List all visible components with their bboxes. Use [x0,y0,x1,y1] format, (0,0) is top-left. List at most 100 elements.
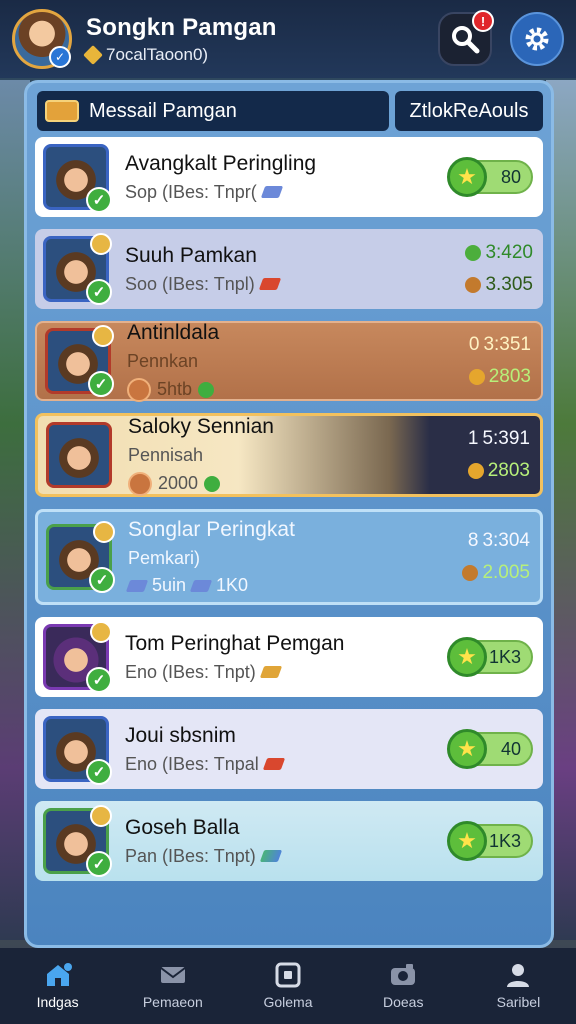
nav-item-golema[interactable]: Golema [230,948,345,1024]
row-subtitle-text: Sop (IBes: Tnpr( [125,181,257,202]
row-info: Tom Peringhat Pemgan Eno (IBes: Tnpt) [125,632,451,683]
stat-primary: 0 3:351 [469,334,531,356]
player-name: Songkn Pamgan [86,13,277,41]
stat-secondary-value: 2.005 [482,562,530,583]
player-info: Songkn Pamgan 7ocalTaoon0) [83,13,277,65]
row-subtitle: Pennkan [127,351,469,372]
ticket-icon [45,100,79,122]
nav-item-home[interactable]: Indgas [0,948,115,1024]
rank-badge-icon [90,805,112,827]
gear-icon [525,27,549,51]
panel-tabs: Messail Pamgan ZtlokReAouls [27,83,551,137]
crystal-icon [259,666,282,678]
row-subtitle-text: Eno (IBes: Tnpal [125,753,259,774]
stat-primary: 1 5:391 [468,428,530,450]
row-name: Goseh Balla [125,815,240,839]
stat-primary-value: 3:304 [482,530,530,551]
rank-value: 0 [468,334,480,355]
row-info: Goseh Balla Pan (IBes: Tnpt) [125,816,451,867]
row-name: Songlar Peringkat [128,518,295,541]
score-pill[interactable]: ★ 1K3 [447,637,533,677]
row-subtitle-text: Eno (IBes: Tnpt) [125,661,256,682]
star-icon: ★ [447,157,487,197]
camera-icon [391,964,416,985]
row-info: Suuh Pamkan Soo (IBes: Tnpl) [125,244,465,295]
bottom-nav: Indgas Pemaeon Golema Doeas Saribel [0,948,576,1024]
row-name: Joui sbsnim [125,723,236,747]
tab-main[interactable]: Messail Pamgan [37,91,389,131]
tab-alt[interactable]: ZtlokReAouls [395,91,543,131]
score-value: 80 [500,166,521,187]
crystal-icon [258,278,281,290]
row-subtitle-text: Pan (IBes: Tnpt) [125,845,256,866]
list-item[interactable]: ✓ Avangkalt Peringling Sop (IBes: Tnpr( … [35,137,543,217]
nav-label: Indgas [36,994,79,1010]
player-portrait: ✓ [46,521,115,593]
star-icon: ★ [447,729,487,769]
player-portrait: ✓ [45,325,114,397]
row-extra-value: 5htb [157,379,193,399]
stat-secondary: 2803 [467,460,530,482]
row-extra: 2000 [128,471,468,496]
top-bar: ✓ Songkn Pamgan 7ocalTaoon0) ! [0,0,576,78]
list-item[interactable]: Saloky Sennian Pennisah 2000 1 5:391 280 [35,413,543,497]
player-avatar[interactable]: ✓ [12,9,72,69]
stat-primary: 8 3:304 [468,530,530,552]
coin-icon [462,565,479,581]
nav-label: Golema [263,994,313,1010]
nav-item-profile[interactable]: Saribel [461,948,576,1024]
row-subtitle-text: Pemkari) [128,548,201,568]
stat-primary-value: 3:351 [483,334,531,355]
nav-label: Saribel [496,994,541,1010]
nav-item-camera[interactable]: Doeas [346,948,461,1024]
list-item[interactable]: ✓ Songlar Peringkat Pemkari) 5uin 1K0 8 … [35,509,543,605]
score-pill[interactable]: ★ 1K3 [447,821,533,861]
rank-badge-icon [90,621,112,643]
player-portrait: ✓ [43,144,112,213]
coin-icon [127,377,151,402]
row-info: Joui sbsnim Eno (IBes: Tnpal [125,724,451,775]
stat-secondary: 3.305 [465,274,533,296]
stat-secondary-value: 3.305 [485,274,533,295]
check-icon: ✓ [86,187,112,213]
notification-badge: ! [472,10,494,32]
list-item[interactable]: ✓ Joui sbsnim Eno (IBes: Tnpal ★ 40 [35,709,543,789]
row-subtitle: Eno (IBes: Tnpt) [125,662,451,683]
list-item[interactable]: ✓ Suuh Pamkan Soo (IBes: Tnpl) 3:420 3.3… [35,229,543,309]
check-icon: ✓ [86,759,112,785]
check-icon: ✓ [86,279,112,305]
rank-value: 8 [467,530,479,551]
row-name: Antinldala [127,320,220,344]
rank-value: 1 [467,428,479,449]
check-icon [198,381,215,398]
check-icon: ✓ [89,567,115,593]
star-icon: ★ [447,637,487,677]
crystal-icon [260,186,283,198]
mail-icon [160,967,186,983]
row-subtitle: Eno (IBes: Tnpal [125,754,451,775]
list-item[interactable]: ✓ Goseh Balla Pan (IBes: Tnpt) ★ 1K3 [35,801,543,881]
row-extra-value-2: 1K0 [216,575,249,595]
row-extra-value: 2000 [158,473,199,493]
settings-button[interactable] [510,12,564,66]
row-stats: 1 5:391 2803 [467,428,530,482]
top-actions: ! [438,10,564,66]
row-stats: 0 3:351 2803 [468,334,531,388]
row-name: Saloky Sennian [128,414,274,438]
player-subtitle: 7ocalTaoon0) [83,45,277,65]
score-pill[interactable]: ★ 40 [447,729,533,769]
score-value: 1K3 [488,646,521,667]
search-button[interactable]: ! [438,10,494,66]
person-icon [507,964,530,987]
stat-secondary-value: 2803 [488,366,531,387]
score-pill[interactable]: ★ 80 [447,157,533,197]
row-subtitle-text: Soo (IBes: Tnpl) [125,273,255,294]
list-item[interactable]: ✓ Antinldala Pennkan 5htb 0 3:351 2803 [35,320,543,402]
tab-alt-label: ZtlokReAouls [409,99,529,122]
list-item[interactable]: ✓ Tom Peringhat Pemgan Eno (IBes: Tnpt) … [35,617,543,697]
nav-item-mail[interactable]: Pemaeon [115,948,230,1024]
row-info: Avangkalt Peringling Sop (IBes: Tnpr( [125,152,451,203]
row-subtitle: Soo (IBes: Tnpl) [125,274,465,295]
row-subtitle: Pennisah [128,445,468,466]
nav-label: Pemaeon [142,994,203,1010]
